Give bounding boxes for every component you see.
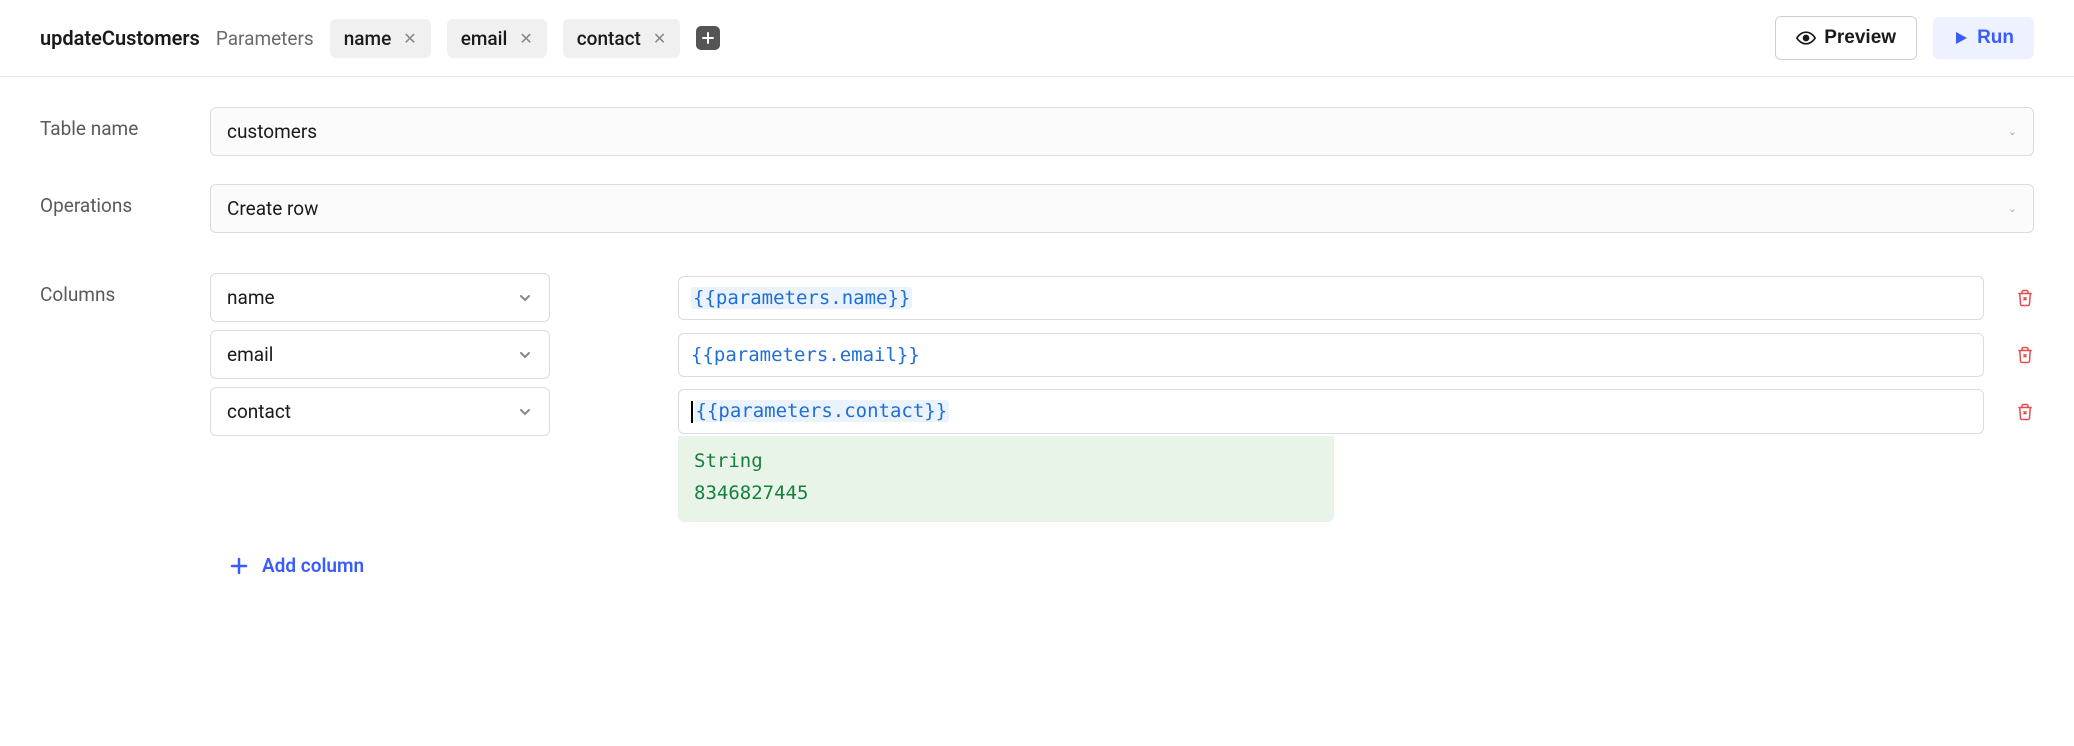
plus-icon xyxy=(230,557,248,575)
close-icon[interactable]: ✕ xyxy=(519,29,532,48)
text-cursor xyxy=(691,401,693,423)
column-name-value: email xyxy=(227,343,273,366)
run-button[interactable]: Run xyxy=(1933,17,2034,59)
column-value-input[interactable]: {{parameters.email}} xyxy=(678,333,1984,377)
chevron-down-icon xyxy=(517,347,533,363)
eye-icon xyxy=(1796,28,1816,48)
delete-column-button[interactable] xyxy=(2016,403,2034,421)
column-row: name {{parameters.name}} xyxy=(210,273,2034,322)
chevron-down-icon xyxy=(517,404,533,420)
parameter-chip-contact[interactable]: contact ✕ xyxy=(563,19,681,58)
preview-label: Preview xyxy=(1824,27,1896,49)
column-name-select[interactable]: email xyxy=(210,330,550,379)
evaluation-tooltip: String 8346827445 xyxy=(678,436,1334,522)
chevron-down-icon: ⌄ xyxy=(2008,202,2017,215)
parameter-chip-label: contact xyxy=(577,27,641,50)
column-value-input[interactable]: {{parameters.contact}} xyxy=(678,389,1984,434)
header-bar: updateCustomers Parameters name ✕ email … xyxy=(0,0,2074,77)
play-icon xyxy=(1953,30,1969,46)
column-row: email {{parameters.email}} xyxy=(210,330,2034,379)
table-name-label: Table name xyxy=(40,107,210,140)
chevron-down-icon: ⌄ xyxy=(2008,125,2017,138)
close-icon[interactable]: ✕ xyxy=(403,29,416,48)
preview-button[interactable]: Preview xyxy=(1775,16,1917,60)
operations-select[interactable]: Create row ⌄ xyxy=(210,184,2034,233)
operations-value: Create row xyxy=(227,197,318,220)
trash-icon xyxy=(2016,289,2034,307)
form-area: Table name customers ⌄ Operations Create… xyxy=(0,77,2074,638)
parameter-chip-name[interactable]: name ✕ xyxy=(330,19,431,58)
column-name-select[interactable]: contact xyxy=(210,387,550,436)
column-row: contact {{parameters.contact}} xyxy=(210,387,2034,436)
trash-icon xyxy=(2016,346,2034,364)
parameter-chip-label: name xyxy=(344,27,392,50)
binding-expression: {{parameters.name}} xyxy=(691,287,912,309)
parameter-chip-label: email xyxy=(461,27,508,50)
add-column-button[interactable]: Add column xyxy=(230,554,364,577)
delete-column-button[interactable] xyxy=(2016,289,2034,307)
binding-expression: {{parameters.contact}} xyxy=(694,400,950,422)
parameter-chip-email[interactable]: email ✕ xyxy=(447,19,547,58)
column-name-select[interactable]: name xyxy=(210,273,550,322)
column-name-value: name xyxy=(227,286,275,309)
tooltip-type: String xyxy=(694,450,1318,472)
parameters-label: Parameters xyxy=(216,27,314,50)
trash-icon xyxy=(2016,403,2034,421)
close-icon[interactable]: ✕ xyxy=(653,29,666,48)
operations-label: Operations xyxy=(40,184,210,217)
columns-label: Columns xyxy=(40,273,210,306)
run-label: Run xyxy=(1977,27,2014,49)
binding-expression: {{parameters.email}} xyxy=(691,344,920,366)
column-name-value: contact xyxy=(227,400,291,423)
add-column-label: Add column xyxy=(262,554,364,577)
delete-column-button[interactable] xyxy=(2016,346,2034,364)
plus-icon xyxy=(702,32,714,44)
tooltip-value: 8346827445 xyxy=(694,482,1318,504)
table-name-value: customers xyxy=(227,120,317,143)
chevron-down-icon xyxy=(517,290,533,306)
add-parameter-button[interactable] xyxy=(696,26,720,50)
query-title: updateCustomers xyxy=(40,26,200,50)
column-value-input[interactable]: {{parameters.name}} xyxy=(678,276,1984,320)
table-name-select[interactable]: customers ⌄ xyxy=(210,107,2034,156)
